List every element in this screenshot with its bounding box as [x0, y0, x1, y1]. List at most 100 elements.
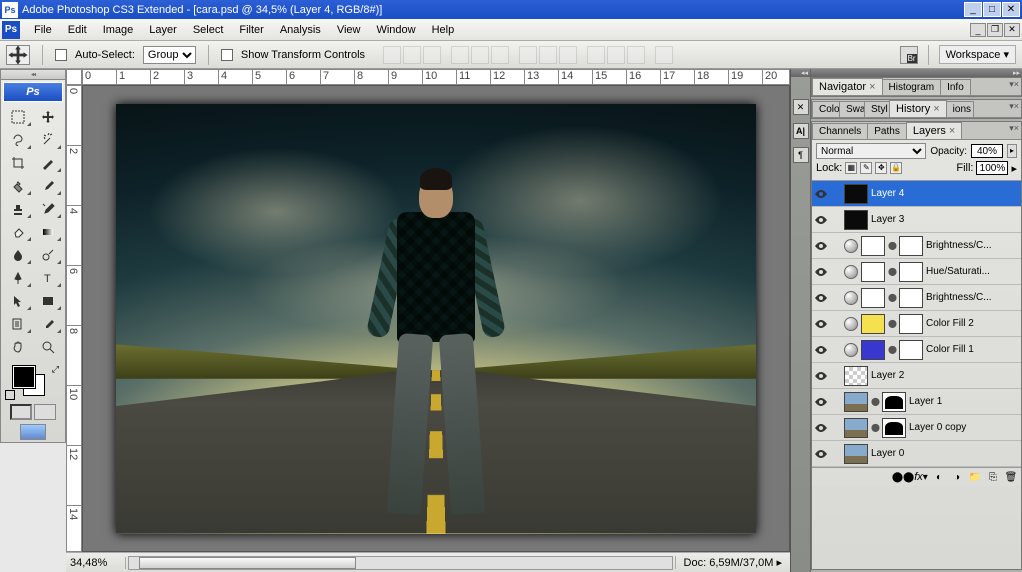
tab-color[interactable]: Colo — [812, 101, 840, 117]
auto-select-dropdown[interactable]: Group — [143, 46, 196, 64]
blend-mode-dropdown[interactable]: Normal — [816, 143, 926, 159]
visibility-icon[interactable] — [814, 317, 828, 331]
link-layers-icon[interactable]: ⬤⬤ — [895, 470, 911, 484]
layer-thumbnail[interactable] — [861, 236, 885, 256]
layer-name[interactable]: Layer 3 — [871, 214, 1019, 225]
default-colors-icon[interactable] — [5, 390, 15, 400]
tab-layers[interactable]: Layers× — [906, 122, 962, 139]
canvas-viewport[interactable] — [82, 85, 790, 552]
layer-name[interactable]: Layer 2 — [871, 370, 1019, 381]
active-tool-thumb[interactable] — [6, 45, 30, 65]
move-tool[interactable] — [34, 106, 64, 128]
ruler-origin[interactable] — [66, 69, 82, 85]
align-right-icon[interactable] — [491, 46, 509, 64]
close-button[interactable]: ✕ — [1002, 2, 1020, 17]
slice-tool[interactable] — [34, 152, 64, 174]
history-brush-tool[interactable] — [34, 198, 64, 220]
layer-name[interactable]: Layer 0 copy — [909, 422, 1019, 433]
layer-name[interactable]: Layer 0 — [871, 448, 1019, 459]
link-mask-icon[interactable]: ⬤ — [888, 319, 896, 328]
menu-analysis[interactable]: Analysis — [272, 21, 329, 39]
doc-close-button[interactable]: ✕ — [1004, 23, 1020, 37]
align-top-icon[interactable] — [383, 46, 401, 64]
visibility-icon[interactable] — [814, 265, 828, 279]
quickmask-mode-icon[interactable] — [34, 404, 56, 420]
shape-tool[interactable] — [34, 290, 64, 312]
doc-minimize-button[interactable]: _ — [970, 23, 986, 37]
layer-mask-icon[interactable]: ◐ — [931, 470, 947, 484]
crop-tool[interactable] — [3, 152, 33, 174]
opacity-input[interactable] — [971, 144, 1003, 158]
layer-thumbnail[interactable] — [844, 418, 868, 438]
visibility-icon[interactable] — [814, 187, 828, 201]
link-mask-icon[interactable]: ⬤ — [888, 293, 896, 302]
fill-slider-icon[interactable]: ▸ — [1011, 162, 1017, 175]
visibility-icon[interactable] — [814, 395, 828, 409]
layer-name[interactable]: Color Fill 1 — [926, 344, 1019, 355]
new-layer-icon[interactable]: ⎘ — [985, 470, 1001, 484]
layer-style-icon[interactable]: fx▾ — [913, 470, 929, 484]
visibility-icon[interactable] — [814, 421, 828, 435]
document-canvas[interactable] — [116, 104, 756, 534]
screen-mode-icon[interactable] — [20, 424, 46, 440]
tab-channels[interactable]: Channels — [812, 123, 868, 139]
lock-pixels-icon[interactable]: ✎ — [860, 162, 872, 174]
layer-group-icon[interactable]: 📁 — [967, 470, 983, 484]
layer-row[interactable]: ⬤Hue/Saturati... — [812, 259, 1021, 285]
layer-name[interactable]: Brightness/C... — [926, 292, 1019, 303]
auto-select-checkbox[interactable] — [55, 49, 67, 61]
layer-name[interactable]: Color Fill 2 — [926, 318, 1019, 329]
panel-menu-icon[interactable]: ▾× — [1009, 79, 1019, 90]
layer-row[interactable]: ⬤ Layer 0 copy — [812, 415, 1021, 441]
swap-colors-icon[interactable]: ⤢ — [52, 364, 59, 375]
stamp-tool[interactable] — [3, 198, 33, 220]
type-tool[interactable]: T — [34, 267, 64, 289]
toolbox-collapse-icon[interactable] — [0, 69, 66, 79]
distribute-vcenter-icon[interactable] — [539, 46, 557, 64]
lock-transparent-icon[interactable]: ▦ — [845, 162, 857, 174]
visibility-icon[interactable] — [814, 291, 828, 305]
visibility-icon[interactable] — [814, 213, 828, 227]
mask-thumbnail[interactable] — [899, 236, 923, 256]
mask-thumbnail[interactable] — [899, 314, 923, 334]
fill-input[interactable] — [976, 161, 1008, 175]
doc-restore-button[interactable]: ❐ — [987, 23, 1003, 37]
zoom-level[interactable]: 34,48% — [66, 557, 126, 569]
brush-tool[interactable] — [34, 175, 64, 197]
layer-thumbnail[interactable] — [844, 392, 868, 412]
layer-name[interactable]: Hue/Saturati... — [926, 266, 1019, 277]
menu-window[interactable]: Window — [368, 21, 423, 39]
layer-row[interactable]: Layer 0 — [812, 441, 1021, 467]
layer-thumbnail[interactable] — [861, 262, 885, 282]
opacity-slider-icon[interactable]: ▸ — [1007, 144, 1017, 158]
dock-options-icon[interactable]: ✕ — [793, 99, 809, 115]
layer-row[interactable]: Layer 2 — [812, 363, 1021, 389]
ruler-horizontal[interactable]: 01234567891011121314151617181920 — [82, 69, 790, 85]
tab-actions[interactable]: ions — [946, 101, 974, 117]
mask-thumbnail[interactable] — [899, 288, 923, 308]
layer-thumbnail[interactable] — [861, 288, 885, 308]
link-mask-icon[interactable]: ⬤ — [871, 423, 879, 432]
dock-character-icon[interactable]: A| — [793, 123, 809, 139]
delete-layer-icon[interactable]: 🗑 — [1003, 470, 1019, 484]
lock-position-icon[interactable]: ✥ — [875, 162, 887, 174]
gradient-tool[interactable] — [34, 221, 64, 243]
bridge-icon[interactable] — [900, 46, 918, 64]
marquee-tool[interactable] — [3, 106, 33, 128]
foreground-color[interactable] — [13, 366, 35, 388]
healing-tool[interactable] — [3, 175, 33, 197]
mask-thumbnail[interactable] — [882, 418, 906, 438]
tab-info[interactable]: Info — [940, 79, 971, 95]
menu-edit[interactable]: Edit — [60, 21, 95, 39]
horizontal-scrollbar[interactable] — [128, 556, 673, 570]
layer-row[interactable]: ⬤Layer 1 — [812, 389, 1021, 415]
distribute-left-icon[interactable] — [587, 46, 605, 64]
standard-mode-icon[interactable] — [10, 404, 32, 420]
menu-filter[interactable]: Filter — [231, 21, 271, 39]
doc-size-label[interactable]: Doc: 6,59M/37,0M ▸ — [675, 556, 790, 569]
layer-row[interactable]: ⬤Color Fill 1 — [812, 337, 1021, 363]
menu-layer[interactable]: Layer — [141, 21, 185, 39]
menu-select[interactable]: Select — [185, 21, 232, 39]
tab-styles[interactable]: Styl — [864, 101, 890, 117]
align-bottom-icon[interactable] — [423, 46, 441, 64]
